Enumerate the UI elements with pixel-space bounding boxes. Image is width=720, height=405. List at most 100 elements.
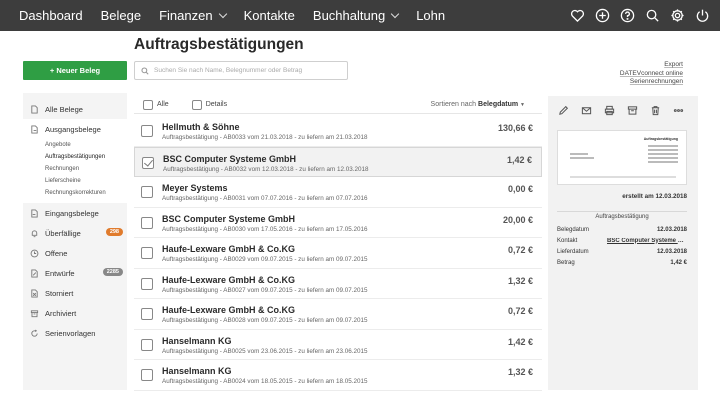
nav-belege[interactable]: Belege [92,8,150,23]
checkbox[interactable] [191,99,202,110]
heart-icon[interactable] [569,8,585,24]
row-amount: 1,42 € [506,154,532,165]
preview-title: Auftragsbestätigung [643,137,678,141]
document-icon [30,104,39,114]
table-row[interactable]: BSC Computer Systeme GmbH Auftragsbestät… [134,208,542,238]
sidebar-subitem-lieferscheine[interactable]: Lieferscheine [23,175,127,187]
table-row[interactable]: Haufe-Lexware GmbH & Co.KG Auftragsbestä… [134,299,542,330]
sort-dropdown[interactable]: Sortieren nach Belegdatum ▼ [431,101,525,108]
row-amount: 1,32 € [507,367,533,377]
sidebar-subitem-angebote[interactable]: Angebote [23,139,127,151]
nav-dashboard[interactable]: Dashboard [0,8,92,23]
mail-icon[interactable] [580,104,593,116]
row-amount: 0,72 € [507,306,533,316]
print-icon[interactable] [603,104,616,116]
caret-down-icon: ▼ [520,102,525,108]
help-icon[interactable] [619,8,635,24]
row-checkbox[interactable] [141,338,153,351]
row-contact-name: BSC Computer Systeme GmbH [163,153,297,164]
document-metadata: Belegdatum 12.03.2018 Kontakt BSC Comput… [557,224,687,268]
datev-link[interactable]: DATEVconnect online [620,70,683,79]
nav-buchhaltung-label: Buchhaltung [312,8,386,23]
nav-lohn[interactable]: Lohn [407,8,454,23]
serienrechnungen-link[interactable]: Serienrechnungen [620,78,683,87]
meta-row: Belegdatum 12.03.2018 [557,224,687,235]
table-row[interactable]: Meyer Systems Auftragsbestätigung - AB00… [134,177,542,208]
row-description: Auftragsbestätigung - AB0029 vom 09.07.2… [162,256,368,263]
export-link[interactable]: Export [620,61,683,70]
row-contact-name: Hellmuth & Söhne [162,122,240,132]
power-icon[interactable] [694,8,710,24]
sidebar-item-eingangsbelege[interactable]: Eingangsbelege [23,203,127,223]
row-description: Auftragsbestätigung - AB0032 vom 12.03.2… [163,165,369,173]
table-row[interactable]: Haufe-Lexware GmbH & Co.KG Auftragsbestä… [134,238,542,269]
table-row[interactable]: Hanselmann KG Auftragsbestätigung - AB00… [134,360,542,391]
sidebar-item-label: Alle Belege [45,104,83,114]
nav-kontakte[interactable]: Kontakte [235,8,304,23]
gear-icon[interactable] [669,8,685,24]
sidebar-subitem-rechnungen[interactable]: Rechnungen [23,163,127,175]
chevron-down-icon [218,9,227,18]
row-amount: 0,00 € [507,184,533,194]
nav-buchhaltung[interactable]: Buchhaltung [304,8,407,23]
sidebar-subitem-rechnungskorrekturen[interactable]: Rechnungskorrekturen [23,187,127,199]
preview-line [570,176,676,178]
nav-finanzen[interactable]: Finanzen [150,8,234,23]
clock-icon [30,248,39,258]
plus-circle-icon[interactable] [594,8,610,24]
row-checkbox[interactable] [141,308,153,320]
row-contact-name: BSC Computer Systeme GmbH [162,213,296,224]
details-checkbox[interactable]: Details [191,99,228,110]
search-icon[interactable] [644,8,660,24]
sidebar-item-alle-belege[interactable]: Alle Belege [23,99,127,119]
bell-icon [30,228,39,238]
more-icon[interactable] [672,104,685,116]
sidebar-item-label: Überfällige [45,228,81,238]
archive-icon [30,308,39,318]
row-description: Auftragsbestätigung - AB0025 vom 23.06.2… [162,347,368,355]
sidebar-item-label: Offene [45,248,68,258]
table-row[interactable]: Hanselmann KG Auftragsbestätigung - AB00… [134,330,542,360]
sidebar-subitems: Angebote Auftragsbestätigungen Rechnunge… [23,139,127,203]
table-row[interactable]: BSC Computer Systeme GmbH Auftragsbestät… [134,146,542,177]
row-checkbox[interactable] [141,216,153,229]
details-label: Details [205,101,228,108]
sidebar-item-ueberfaellige[interactable]: Überfällige 298 [23,223,127,243]
row-description: Auftragsbestätigung - AB0027 vom 09.07.2… [162,286,368,294]
created-date: erstellt am 12.03.2018 [622,193,687,200]
contact-link[interactable]: BSC Computer Systeme G... [607,238,687,244]
new-document-button[interactable]: + Neuer Beleg [23,61,127,80]
row-checkbox[interactable] [141,247,153,259]
pencil-icon[interactable] [557,104,570,116]
table-row[interactable]: Hellmuth & Söhne Auftragsbestätigung - A… [134,116,542,147]
checkbox[interactable] [143,99,153,110]
sidebar-item-archiviert[interactable]: Archiviert [23,303,127,323]
meta-label: Betrag [557,259,575,266]
search-icon [141,66,149,75]
sidebar-item-serienvorlagen[interactable]: Serienvorlagen [23,323,127,343]
sidebar-item-storniert[interactable]: Storniert [23,283,127,303]
overdue-count-badge: 298 [105,228,123,236]
sidebar-item-entwuerfe[interactable]: Entwürfe 2285 [23,263,127,283]
row-checkbox[interactable] [141,186,153,198]
row-checkbox[interactable] [142,156,154,169]
meta-row: Lieferdatum 12.03.2018 [557,246,687,257]
table-row[interactable]: Haufe-Lexware GmbH & Co.KG Auftragsbestä… [134,269,542,299]
incoming-document-icon [30,208,39,218]
select-all-checkbox[interactable]: Alle [143,99,169,110]
row-checkbox[interactable] [141,277,153,290]
row-contact-name: Hanselmann KG [162,335,232,346]
sidebar-item-offene[interactable]: Offene [23,243,127,263]
sidebar-item-label: Ausgangsbelege [45,124,101,134]
row-contact-name: Meyer Systems [162,183,228,193]
document-preview-thumbnail[interactable]: Auftragsbestätigung [557,130,687,185]
row-description: Auftragsbestätigung - AB0024 vom 18.05.2… [162,378,368,385]
sidebar-item-ausgangsbelege[interactable]: Ausgangsbelege [23,119,127,139]
archive-icon[interactable] [626,104,639,116]
search-input[interactable] [154,67,344,74]
nav-kontakte-label: Kontakte [243,8,295,23]
row-checkbox[interactable] [141,125,153,137]
trash-icon[interactable] [649,104,662,116]
row-checkbox[interactable] [141,369,153,381]
sidebar-subitem-auftragsbestaetigungen[interactable]: Auftragsbestätigungen [23,151,127,163]
